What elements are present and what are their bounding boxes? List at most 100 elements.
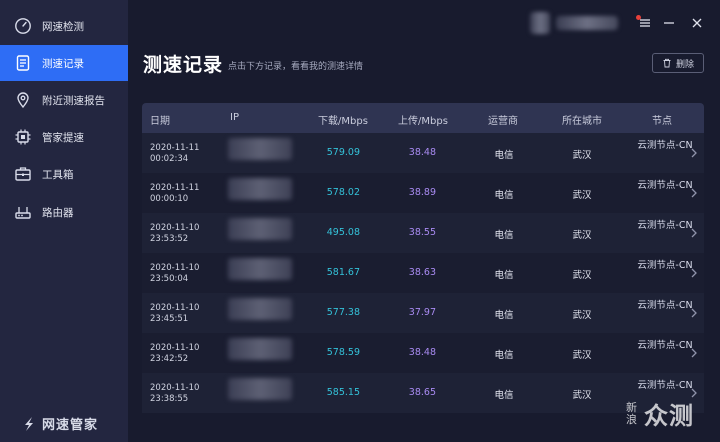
ip-cell-redacted xyxy=(228,378,292,400)
chevron-right-icon xyxy=(691,308,697,318)
isp-cell: 电信 xyxy=(494,350,514,361)
speedometer-icon xyxy=(14,17,32,35)
sidebar-item-speed-test[interactable]: 网速检测 xyxy=(0,8,128,44)
city-cell: 武汉 xyxy=(572,230,592,241)
date-cell: 2020-11-10 23:45:51 xyxy=(150,303,200,324)
close-icon xyxy=(692,18,702,28)
date-cell: 2020-11-11 00:02:34 xyxy=(150,143,200,164)
isp-cell: 电信 xyxy=(494,150,514,161)
city-cell: 武汉 xyxy=(572,310,592,321)
upload-cell: 37.97 xyxy=(408,307,436,318)
sidebar: 网速检测 测速记录 附近测速报告 管家提速 工具箱 路由器 网速管家 xyxy=(0,0,128,442)
avatar[interactable] xyxy=(530,12,550,34)
menu-icon xyxy=(640,19,650,27)
delete-button-label: 删除 xyxy=(675,59,694,70)
column-header-node: 节点 xyxy=(652,116,672,127)
chevron-right-icon xyxy=(691,268,697,278)
minimize-button[interactable] xyxy=(660,14,678,32)
sidebar-item-speed-boost[interactable]: 管家提速 xyxy=(0,119,128,155)
ip-cell-redacted xyxy=(228,298,292,320)
sidebar-item-toolbox[interactable]: 工具箱 xyxy=(0,156,128,192)
column-header-download: 下载/Mbps xyxy=(318,116,368,127)
sidebar-item-label: 网速检测 xyxy=(42,20,84,33)
upload-cell: 38.55 xyxy=(408,227,436,238)
table-row[interactable]: 2020-11-10 23:38:55 585.15 38.65 电信 武汉 云测… xyxy=(142,373,704,413)
date-cell: 2020-11-10 23:38:55 xyxy=(150,383,200,404)
location-pin-icon xyxy=(14,91,32,109)
isp-cell: 电信 xyxy=(494,190,514,201)
isp-cell: 电信 xyxy=(494,310,514,321)
download-cell: 577.38 xyxy=(326,307,360,318)
download-cell: 579.09 xyxy=(326,147,360,158)
date-cell: 2020-11-11 00:00:10 xyxy=(150,183,200,204)
sidebar-item-label: 管家提速 xyxy=(42,131,84,144)
menu-button[interactable] xyxy=(636,14,654,32)
sidebar-item-label: 测速记录 xyxy=(42,57,84,70)
page-subtitle: 点击下方记录，看看我的测速详情 xyxy=(228,62,364,72)
column-header-city: 所在城市 xyxy=(562,116,602,127)
upload-cell: 38.63 xyxy=(408,267,436,278)
download-cell: 585.15 xyxy=(326,387,360,398)
table-row[interactable]: 2020-11-10 23:45:51 577.38 37.97 电信 武汉 云测… xyxy=(142,293,704,333)
city-cell: 武汉 xyxy=(572,190,592,201)
column-header-upload: 上传/Mbps xyxy=(398,116,448,127)
download-cell: 578.02 xyxy=(326,187,360,198)
logo-icon xyxy=(25,416,33,431)
watermark-small: 新浪 xyxy=(626,400,637,426)
page-title: 测速记录 xyxy=(143,54,224,76)
isp-cell: 电信 xyxy=(494,270,514,281)
sidebar-item-label: 附近测速报告 xyxy=(42,94,105,107)
city-cell: 武汉 xyxy=(572,390,592,401)
date-cell: 2020-11-10 23:42:52 xyxy=(150,343,200,364)
chevron-right-icon xyxy=(691,188,697,198)
delete-button[interactable]: 删除 xyxy=(652,53,704,73)
account-name xyxy=(556,16,618,30)
table-row[interactable]: 2020-11-11 00:00:10 578.02 38.89 电信 武汉 云测… xyxy=(142,173,704,213)
minimize-icon xyxy=(664,22,674,24)
chip-icon xyxy=(14,128,32,146)
download-cell: 495.08 xyxy=(326,227,360,238)
column-header-ip: IP xyxy=(230,112,239,123)
records-table: 日期 IP 下载/Mbps 上传/Mbps 运营商 所在城市 节点 2020-1… xyxy=(142,103,704,433)
table-row[interactable]: 2020-11-10 23:42:52 578.59 38.48 电信 武汉 云测… xyxy=(142,333,704,373)
ip-cell-redacted xyxy=(228,178,292,200)
city-cell: 武汉 xyxy=(572,350,592,361)
watermark-big: 众测 xyxy=(644,402,694,430)
upload-cell: 38.89 xyxy=(408,187,436,198)
sidebar-item-router[interactable]: 路由器 xyxy=(0,194,128,230)
isp-cell: 电信 xyxy=(494,230,514,241)
toolbox-icon xyxy=(14,165,32,183)
ip-cell-redacted xyxy=(228,338,292,360)
column-header-isp: 运营商 xyxy=(488,116,518,127)
table-row[interactable]: 2020-11-10 23:50:04 581.67 38.63 电信 武汉 云测… xyxy=(142,253,704,293)
download-cell: 581.67 xyxy=(326,267,360,278)
table-header: 日期 IP 下载/Mbps 上传/Mbps 运营商 所在城市 节点 xyxy=(142,103,704,133)
chevron-right-icon xyxy=(691,348,697,358)
upload-cell: 38.48 xyxy=(408,147,436,158)
watermark: 新浪 众测 xyxy=(626,396,694,431)
upload-cell: 38.65 xyxy=(408,387,436,398)
brand-logo: 网速管家 xyxy=(20,414,98,433)
column-header-date: 日期 xyxy=(150,116,170,127)
trash-icon xyxy=(663,58,671,68)
date-cell: 2020-11-10 23:50:04 xyxy=(150,263,200,284)
sidebar-item-nearby-report[interactable]: 附近测速报告 xyxy=(0,82,128,118)
ip-cell-redacted xyxy=(228,258,292,280)
sidebar-item-label: 工具箱 xyxy=(42,168,74,181)
ip-cell-redacted xyxy=(228,218,292,240)
sidebar-item-label: 路由器 xyxy=(42,206,74,219)
city-cell: 武汉 xyxy=(572,150,592,161)
table-row[interactable]: 2020-11-11 00:02:34 579.09 38.48 电信 武汉 云测… xyxy=(142,133,704,173)
sidebar-item-speed-records[interactable]: 测速记录 xyxy=(0,45,128,81)
close-button[interactable] xyxy=(688,14,706,32)
city-cell: 武汉 xyxy=(572,270,592,281)
chevron-right-icon xyxy=(691,228,697,238)
upload-cell: 38.48 xyxy=(408,347,436,358)
chevron-right-icon xyxy=(691,148,697,158)
brand-name: 网速管家 xyxy=(42,418,99,433)
document-icon xyxy=(14,54,32,72)
date-cell: 2020-11-10 23:53:52 xyxy=(150,223,200,244)
table-row[interactable]: 2020-11-10 23:53:52 495.08 38.55 电信 武汉 云测… xyxy=(142,213,704,253)
ip-cell-redacted xyxy=(228,138,292,160)
download-cell: 578.59 xyxy=(326,347,360,358)
